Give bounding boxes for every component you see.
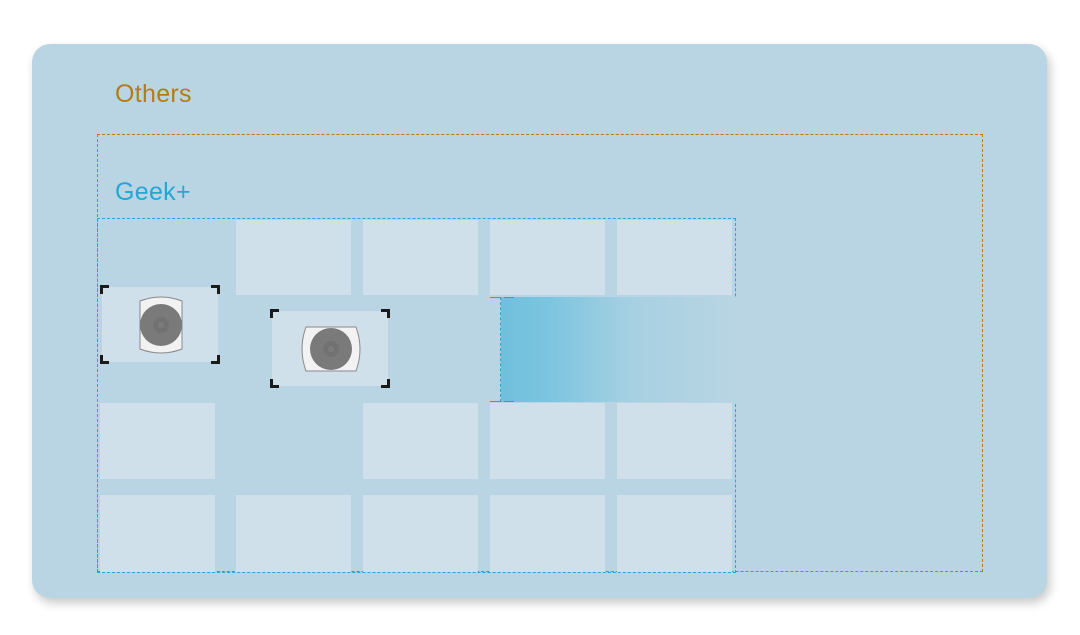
selection-corner xyxy=(211,285,220,294)
storage-cell[interactable] xyxy=(236,220,351,295)
robot-icon xyxy=(301,326,361,372)
selection-corner xyxy=(270,309,279,318)
zone-tick xyxy=(490,297,500,298)
storage-cell[interactable] xyxy=(236,495,351,572)
zone-label-others: Others xyxy=(115,80,192,108)
storage-cell[interactable] xyxy=(100,495,215,572)
zone-tick xyxy=(504,401,514,402)
selection-corner xyxy=(270,379,279,388)
storage-cell[interactable] xyxy=(617,220,732,295)
selection-corner xyxy=(381,309,390,318)
storage-cell[interactable] xyxy=(490,403,605,479)
selection-corner xyxy=(100,355,109,364)
robot-2[interactable] xyxy=(270,309,390,388)
storage-cell[interactable] xyxy=(100,403,215,479)
selection-corner xyxy=(381,379,390,388)
transition-gradient-zone xyxy=(500,297,736,402)
storage-cell[interactable] xyxy=(363,403,478,479)
storage-cell[interactable] xyxy=(490,220,605,295)
storage-cell[interactable] xyxy=(363,220,478,295)
storage-cell[interactable] xyxy=(363,495,478,572)
storage-cell[interactable] xyxy=(617,495,732,572)
storage-cell[interactable] xyxy=(617,403,732,479)
zone-tick xyxy=(504,297,514,298)
zone-label-geek: Geek+ xyxy=(115,178,191,206)
robot-1[interactable] xyxy=(100,285,220,364)
robot-icon xyxy=(139,296,183,354)
selection-corner xyxy=(211,355,220,364)
selection-corner xyxy=(100,285,109,294)
storage-cell[interactable] xyxy=(490,495,605,572)
zone-tick xyxy=(490,401,500,402)
